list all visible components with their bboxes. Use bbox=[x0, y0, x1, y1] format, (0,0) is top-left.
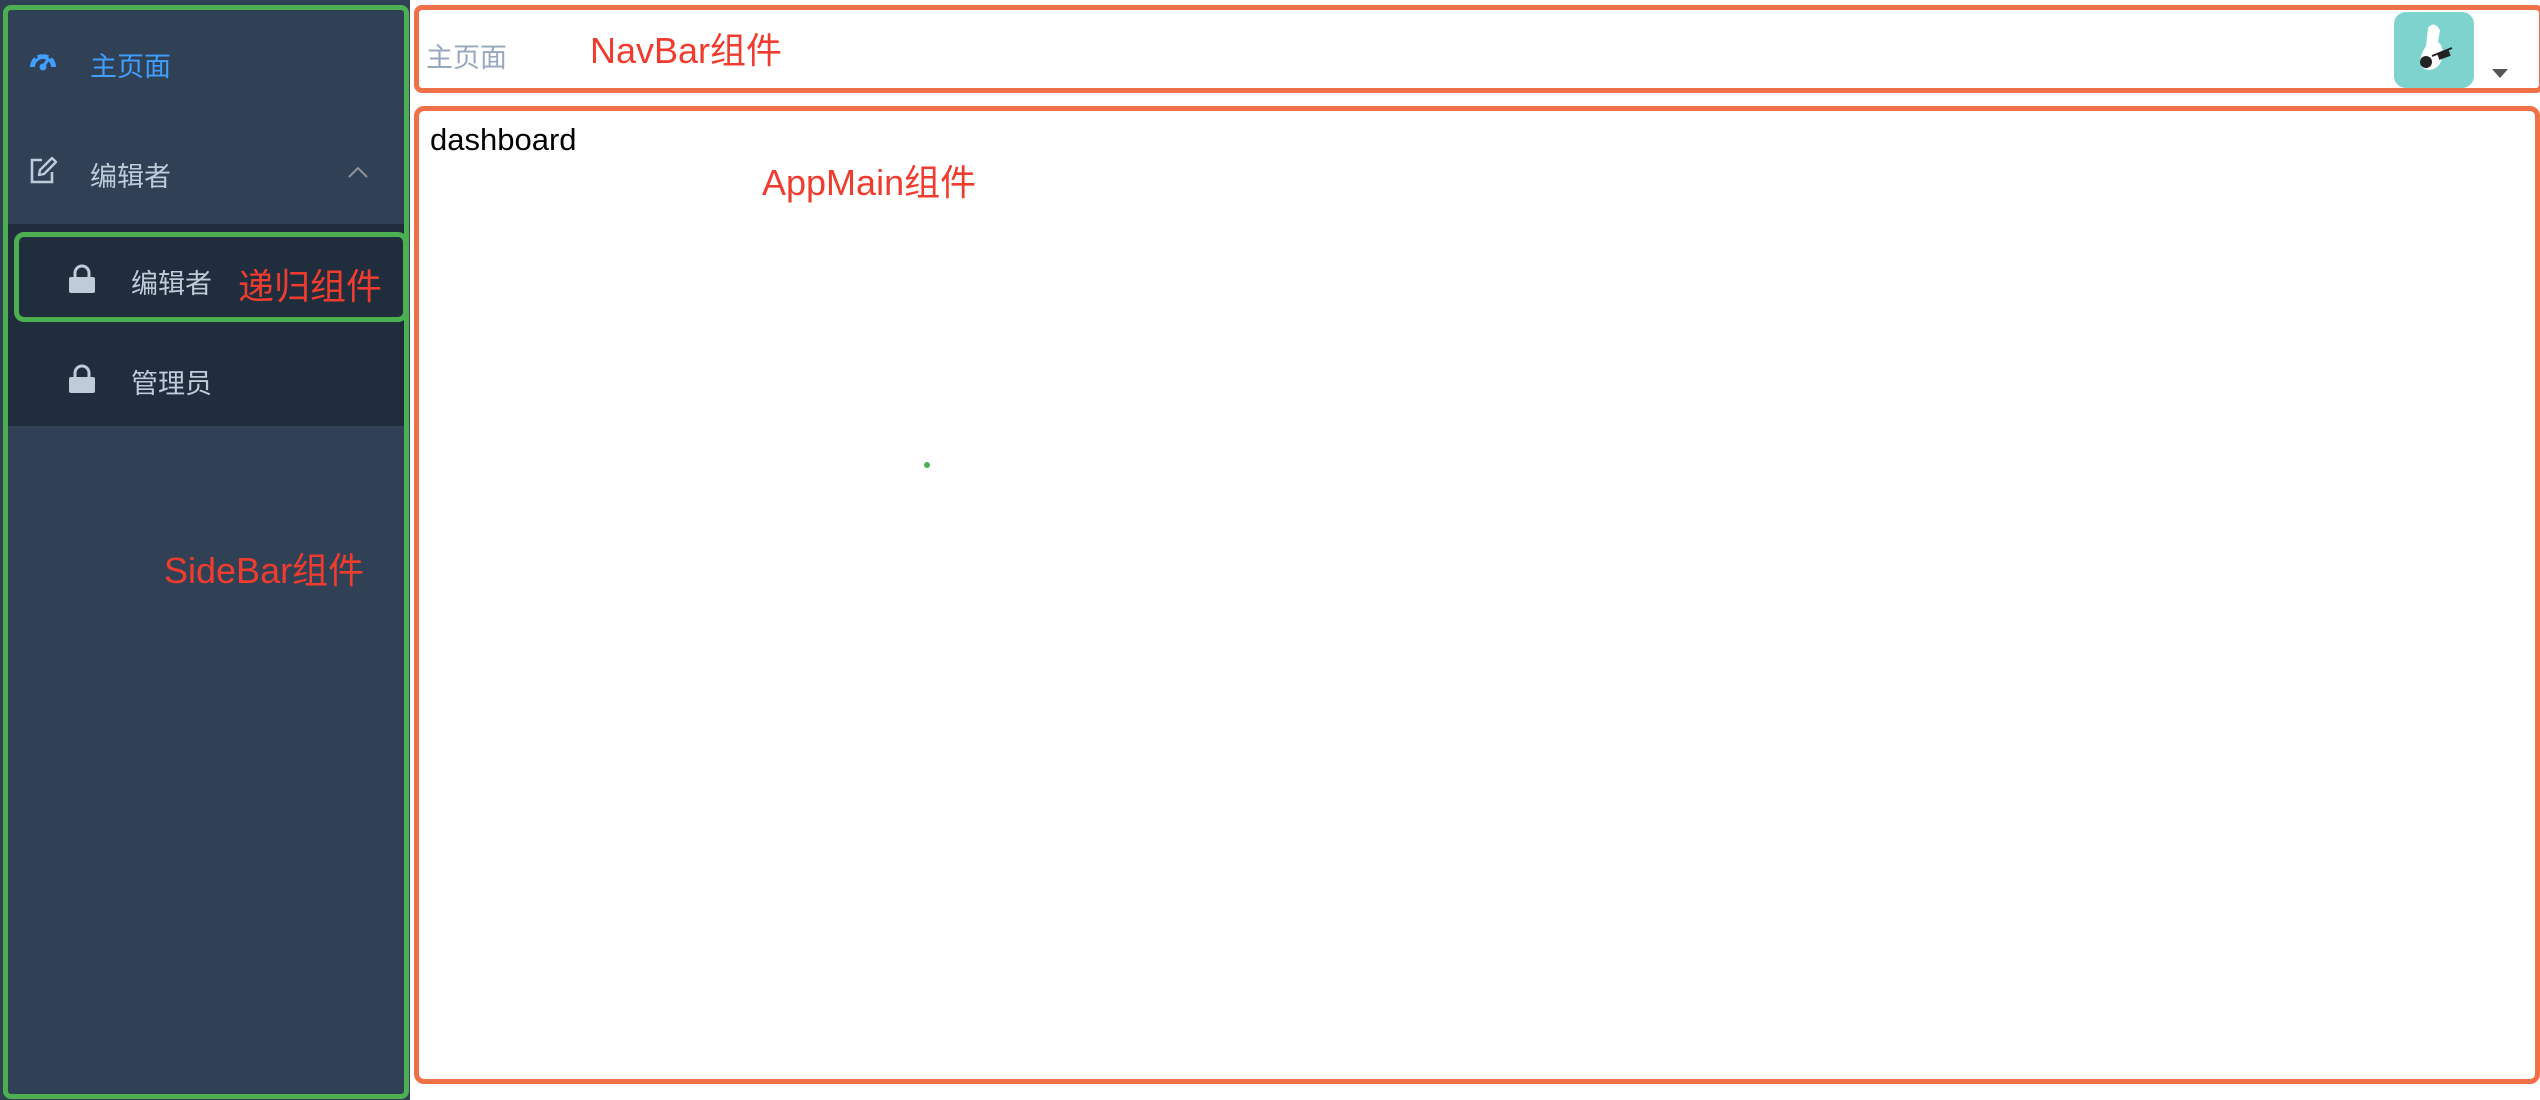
sidebar-item-home[interactable]: 主页面 bbox=[0, 20, 404, 102]
sidebar-item-editor-group-label: 编辑者 bbox=[90, 162, 171, 192]
sidebar-item-editor[interactable]: 编辑者 bbox=[6, 232, 404, 322]
sidebar-submenu: 编辑者 管理员 bbox=[6, 224, 404, 426]
app-root: 主页面 编辑者 编辑者 管理员 主页面 dashboard NavBar组件 A… bbox=[0, 0, 2540, 1100]
breadcrumb[interactable]: 主页面 bbox=[426, 36, 507, 75]
sidebar-item-editor-label: 编辑者 bbox=[131, 269, 212, 299]
stray-dot bbox=[924, 462, 930, 468]
sidebar-item-admin-label: 管理员 bbox=[131, 369, 212, 399]
caret-down-icon[interactable] bbox=[2490, 66, 2510, 80]
dashboard-icon bbox=[26, 44, 60, 78]
avatar[interactable] bbox=[2394, 12, 2474, 88]
sidebar-item-admin[interactable]: 管理员 bbox=[6, 332, 404, 422]
appmain-frame bbox=[414, 106, 2540, 1084]
annotation-appmain: AppMain组件 bbox=[762, 162, 977, 203]
navbar-frame bbox=[414, 5, 2540, 93]
annotation-navbar: NavBar组件 bbox=[590, 30, 783, 71]
lock-icon bbox=[66, 364, 98, 394]
page-content: dashboard bbox=[430, 122, 577, 157]
lock-icon bbox=[66, 264, 98, 294]
sidebar-item-home-label: 主页面 bbox=[90, 52, 171, 82]
edit-icon bbox=[26, 154, 60, 188]
sidebar: 主页面 编辑者 编辑者 管理员 bbox=[0, 0, 410, 1100]
chevron-up-icon[interactable] bbox=[344, 158, 372, 186]
sidebar-item-editor-group[interactable]: 编辑者 bbox=[0, 130, 404, 212]
avatar-icon bbox=[2420, 24, 2453, 71]
